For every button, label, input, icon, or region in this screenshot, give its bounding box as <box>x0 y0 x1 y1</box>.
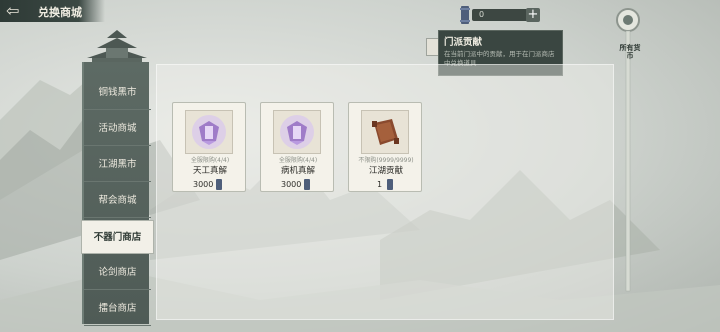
purchase-limit: 全服限购(4/4) <box>190 157 230 164</box>
item-image <box>361 110 409 154</box>
scroll-token-icon <box>216 179 222 190</box>
tab-event-mall[interactable]: 活动商城 <box>84 112 151 146</box>
all-currency-button[interactable]: 所有货币 <box>619 44 641 60</box>
top-bar: ⇦ 兑换商城 <box>0 0 105 22</box>
shop-item-card[interactable]: 全服限购(4/4) 天工真解 3000 <box>172 102 246 192</box>
page-title: 兑换商城 <box>38 6 82 19</box>
leather-scroll-icon <box>372 119 399 145</box>
purchase-limit: 全服限购(4/4) <box>278 157 318 164</box>
pagoda-icon <box>87 30 147 66</box>
shop-item-card[interactable]: 全服限购(4/4) 病机真解 3000 <box>260 102 334 192</box>
tab-guild-mall[interactable]: 帮会商城 <box>84 184 151 218</box>
item-name: 病机真解 <box>280 166 315 176</box>
back-arrow-icon[interactable]: ⇦ <box>6 3 30 19</box>
item-name: 江湖贡献 <box>368 166 403 176</box>
tab-jianghu-black-market[interactable]: 江湖黑市 <box>84 148 151 182</box>
purchase-limit: 不限购(9999/9999) <box>358 157 414 164</box>
item-price: 3000 <box>281 180 302 189</box>
tab-buqimen-shop[interactable]: 不器门商店 <box>81 220 154 254</box>
tooltip-title: 门派贡献 <box>444 37 483 48</box>
purple-manual-icon <box>192 115 226 149</box>
item-price: 3000 <box>193 180 214 189</box>
purple-manual-icon <box>280 115 314 149</box>
add-currency-button[interactable]: + <box>526 8 540 22</box>
shop-item-card[interactable]: 不限购(9999/9999) 江湖贡献 1 <box>348 102 422 192</box>
scroll-token-icon <box>460 6 470 24</box>
currency-value: 0 <box>479 10 485 19</box>
tab-lunjian-shop[interactable]: 论剑商店 <box>84 256 151 290</box>
item-image <box>273 110 321 154</box>
tab-copper-black-market[interactable]: 铜钱黑市 <box>84 76 151 110</box>
item-image <box>185 110 233 154</box>
scroll-token-icon <box>387 179 393 190</box>
item-price: 1 <box>377 180 383 189</box>
scroll-token-icon <box>304 179 310 190</box>
tab-arena-shop[interactable]: 擂台商店 <box>84 292 151 326</box>
item-name: 天工真解 <box>192 166 227 176</box>
shop-sidebar: 铜钱黑市 活动商城 江湖黑市 帮会商城 不器门商店 论剑商店 擂台商店 <box>81 62 154 326</box>
